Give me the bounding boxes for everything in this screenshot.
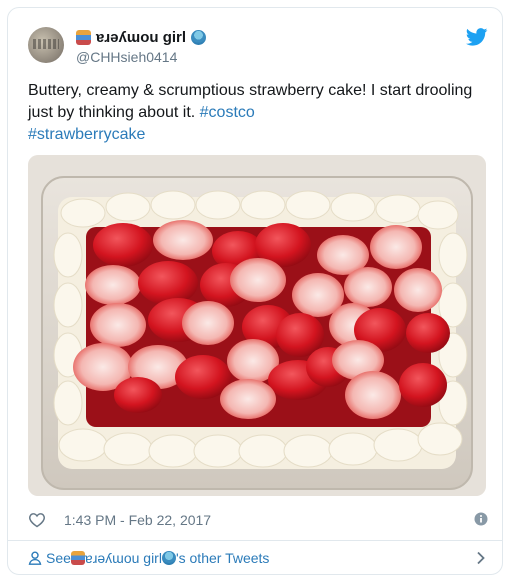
tweet-card: ɐɹǝʎɯou girl @CHHsieh0414 Buttery, cream…: [7, 7, 503, 575]
twitter-bird-icon[interactable]: [466, 28, 488, 46]
see-suffix: 's other Tweets: [175, 550, 270, 566]
tweet-meta-row: 1:43 PM - Feb 22, 2017: [28, 510, 488, 530]
genie-emoji-icon: [191, 30, 207, 45]
footer-divider: [8, 540, 502, 541]
heart-icon[interactable]: [28, 512, 46, 528]
user-handle[interactable]: @CHHsieh0414: [76, 49, 177, 65]
see-prefix: See: [46, 550, 71, 566]
author-name-row[interactable]: ɐɹǝʎɯou girl: [76, 29, 207, 46]
genie-emoji-icon: [161, 551, 176, 565]
avatar[interactable]: [28, 27, 64, 63]
see-name: ɐɹǝʎɯou girl: [84, 550, 162, 566]
display-name[interactable]: ɐɹǝʎɯou girl: [96, 29, 186, 46]
see-other-tweets-link[interactable]: See ɐɹǝʎɯou girl 's other Tweets: [28, 548, 488, 568]
books-emoji-icon: [70, 551, 85, 565]
person-icon: [28, 551, 42, 565]
chevron-right-icon[interactable]: [476, 551, 486, 565]
info-icon[interactable]: [474, 512, 488, 526]
tweet-timestamp[interactable]: 1:43 PM - Feb 22, 2017: [64, 512, 211, 528]
strawberry-cake-image: [28, 155, 486, 496]
tweet-text: Buttery, creamy & scrumptious strawberry…: [28, 80, 488, 146]
books-emoji-icon: [76, 30, 91, 45]
hashtag-costco[interactable]: #costco: [200, 104, 255, 121]
tweet-photo[interactable]: [28, 155, 486, 496]
hashtag-strawberrycake[interactable]: #strawberrycake: [28, 126, 145, 143]
